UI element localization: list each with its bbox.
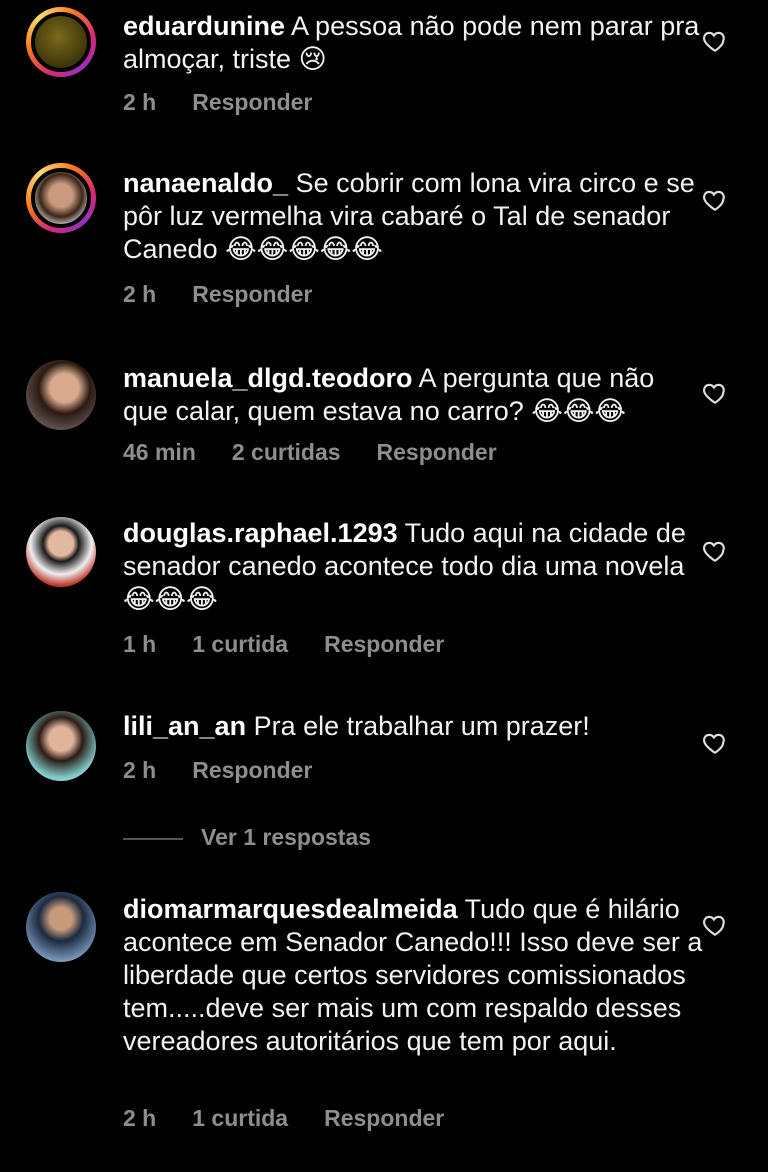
comment-emoji: 😂😂😂😂😂 — [225, 234, 383, 265]
view-replies-button[interactable]: Ver 1 respostas — [123, 824, 371, 851]
comment-text: lili_an_an Pra ele trabalhar um prazer! — [123, 710, 703, 743]
view-replies-label: Ver 1 respostas — [201, 824, 372, 850]
comment-text: diomarmarquesdealmeida Tudo que é hilári… — [123, 893, 703, 1058]
username[interactable]: manuela_dlgd.teodoro — [123, 363, 413, 393]
reply-button[interactable]: Responder — [324, 1105, 444, 1131]
timestamp: 2 h — [123, 1105, 157, 1131]
avatar[interactable] — [26, 517, 96, 587]
avatar[interactable] — [26, 892, 96, 962]
timestamp: 2 h — [123, 757, 157, 783]
comment-text: douglas.raphael.1293 Tudo aqui na cidade… — [123, 517, 703, 616]
username[interactable]: douglas.raphael.1293 — [123, 518, 398, 548]
comment-meta: 2 h Responder — [123, 281, 348, 308]
comment-body: Pra ele trabalhar um prazer! — [253, 711, 590, 741]
heart-icon[interactable] — [702, 912, 728, 938]
avatar[interactable] — [26, 7, 96, 77]
avatar[interactable] — [26, 711, 96, 781]
heart-icon[interactable] — [702, 538, 728, 564]
likes-count[interactable]: 1 curtida — [192, 1105, 288, 1131]
avatar[interactable] — [26, 360, 96, 430]
heart-icon[interactable] — [702, 730, 728, 756]
replies-divider — [123, 837, 183, 840]
username[interactable]: diomarmarquesdealmeida — [123, 894, 458, 924]
comment-text: nanaenaldo_ Se cobrir com lona vira circ… — [123, 167, 703, 266]
reply-button[interactable]: Responder — [192, 89, 312, 115]
comment-meta: 2 h Responder — [123, 757, 348, 784]
reply-button[interactable]: Responder — [192, 757, 312, 783]
avatar[interactable] — [26, 163, 96, 233]
comment-text: manuela_dlgd.teodoro A pergunta que não … — [123, 362, 703, 428]
comment-emoji: 😂😂😂 — [123, 584, 218, 615]
heart-icon[interactable] — [702, 380, 728, 406]
timestamp: 2 h — [123, 281, 157, 307]
likes-count[interactable]: 2 curtidas — [232, 439, 341, 465]
timestamp: 46 min — [123, 439, 196, 465]
timestamp: 1 h — [123, 631, 157, 657]
comment-meta: 2 h Responder — [123, 89, 348, 116]
username[interactable]: lili_an_an — [123, 711, 246, 741]
heart-icon[interactable] — [702, 187, 728, 213]
comment-meta: 2 h 1 curtida Responder — [123, 1105, 480, 1132]
comment-meta: 1 h 1 curtida Responder — [123, 631, 480, 658]
username[interactable]: nanaenaldo_ — [123, 168, 288, 198]
reply-button[interactable]: Responder — [324, 631, 444, 657]
heart-icon[interactable] — [702, 28, 728, 54]
username[interactable]: eduardunine — [123, 11, 285, 41]
comment-meta: 46 min 2 curtidas Responder — [123, 439, 533, 466]
timestamp: 2 h — [123, 89, 157, 115]
comment-emoji: 😢 — [298, 44, 327, 75]
comment-text: eduardunine A pessoa não pode nem parar … — [123, 10, 703, 76]
reply-button[interactable]: Responder — [192, 281, 312, 307]
reply-button[interactable]: Responder — [377, 439, 497, 465]
comment-emoji: 😂😂😂 — [531, 396, 626, 427]
likes-count[interactable]: 1 curtida — [192, 631, 288, 657]
